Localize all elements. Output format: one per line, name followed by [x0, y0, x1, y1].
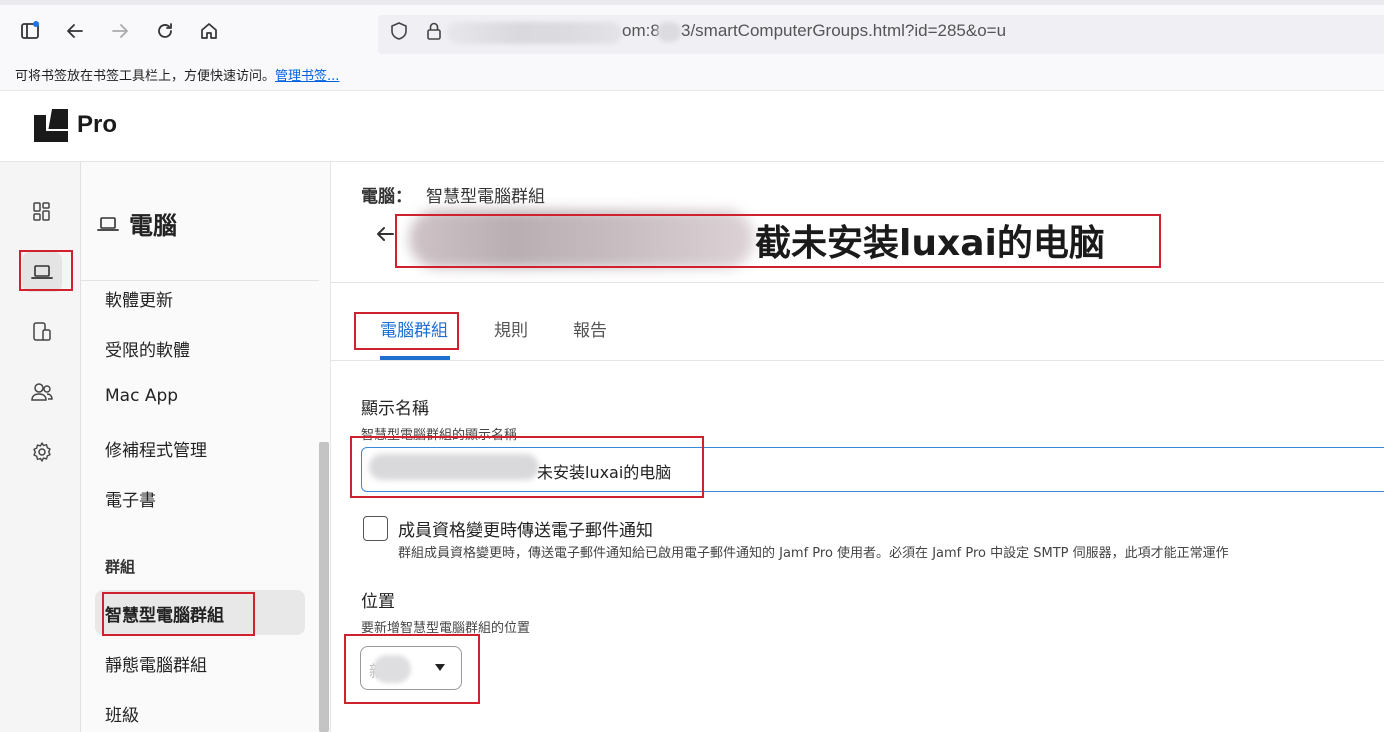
- title-redaction: [409, 210, 754, 268]
- rail-dashboard[interactable]: [22, 192, 62, 232]
- location-select[interactable]: 新: [360, 646, 462, 690]
- title-divider: [331, 282, 1384, 283]
- nav-static-computer-groups[interactable]: 靜態電腦群組: [105, 651, 207, 676]
- display-name-value: 未安装luxai的电脑: [537, 463, 672, 482]
- nav-restricted-software[interactable]: 受限的軟體: [105, 336, 190, 361]
- settings-icon: [33, 442, 51, 462]
- subnav-title: 電腦: [129, 212, 177, 240]
- display-name-help: 智慧型電腦群組的顯示名稱: [361, 428, 518, 443]
- breadcrumb-current: 智慧型電腦群組: [426, 187, 545, 207]
- tab-computer-group[interactable]: 電腦群組: [380, 316, 448, 341]
- nav-smart-computer-groups[interactable]: 智慧型電腦群組: [105, 601, 224, 626]
- forward-icon[interactable]: [108, 19, 132, 43]
- icon-rail: [0, 162, 81, 732]
- bookmarks-bar: 可将书签放在书签工具栏上，方便快速访问。管理书签...: [0, 56, 1384, 91]
- nav-software-updates[interactable]: 軟體更新: [105, 286, 173, 311]
- nav-patch-management[interactable]: 修補程式管理: [105, 436, 207, 461]
- rail-users[interactable]: [22, 372, 62, 412]
- input-redaction: [369, 454, 539, 480]
- lock-icon[interactable]: [422, 19, 446, 43]
- nav-section-groups: 群組: [105, 558, 136, 576]
- rail-devices[interactable]: [22, 312, 62, 352]
- mobile-devices-icon: [33, 322, 51, 341]
- email-notification-checkbox[interactable]: [363, 516, 388, 541]
- tabs-divider: [331, 360, 1384, 361]
- back-icon[interactable]: [63, 19, 87, 43]
- url-redaction: [446, 22, 622, 44]
- nav-mac-apps[interactable]: Mac App: [105, 386, 178, 406]
- url-redaction-port: [657, 22, 681, 42]
- subnav-header: 電腦: [97, 206, 177, 241]
- app-header: Pro: [0, 91, 1384, 162]
- location-help: 要新增智慧型電腦群組的位置: [361, 621, 531, 636]
- chevron-down-icon: [435, 664, 445, 671]
- subnav-scrollbar[interactable]: [319, 442, 329, 732]
- home-icon[interactable]: [197, 19, 221, 43]
- breadcrumb: 電腦： 智慧型電腦群組: [361, 182, 545, 207]
- breadcrumb-parent[interactable]: 電腦：: [361, 187, 412, 207]
- manage-bookmarks-link[interactable]: 管理书签...: [275, 69, 339, 84]
- reload-icon[interactable]: [153, 19, 177, 43]
- page-title: 截未安装luxai的电脑: [755, 223, 1105, 264]
- tab-criteria[interactable]: 規則: [494, 316, 528, 341]
- logo-text: Pro: [77, 111, 118, 138]
- nav-classes[interactable]: 班級: [105, 701, 139, 726]
- url-text-part1: om:8: [622, 21, 660, 40]
- laptop-icon: [97, 216, 119, 231]
- nav-ebooks[interactable]: 電子書: [105, 486, 156, 511]
- dashboard-icon: [33, 202, 50, 221]
- jamf-logo-icon: [34, 109, 68, 142]
- tab-reports[interactable]: 報告: [573, 316, 607, 341]
- shield-icon[interactable]: [387, 19, 411, 43]
- computers-subnav: 電腦 軟體更新 受限的軟體 Mac App 修補程式管理 電子書 群組 智慧型電…: [81, 162, 331, 732]
- display-name-label: 顯示名稱: [361, 399, 429, 419]
- bookmarks-hint: 可将书签放在书签工具栏上，方便快速访问。: [15, 69, 276, 84]
- rail-settings[interactable]: [22, 432, 62, 472]
- sidebar-toggle-icon[interactable]: [18, 19, 42, 43]
- users-icon: [31, 383, 53, 401]
- location-label: 位置: [361, 592, 395, 612]
- laptop-icon: [31, 265, 53, 279]
- email-notification-label[interactable]: 成員資格變更時傳送電子郵件通知: [398, 516, 653, 541]
- url-text-part2: 3/smartComputerGroups.html?id=285&o=u: [681, 21, 1007, 40]
- rail-computers[interactable]: [22, 252, 62, 292]
- back-arrow-icon[interactable]: [373, 222, 397, 246]
- subnav-divider: [81, 280, 319, 281]
- email-notification-help: 群組成員資格變更時，傳送電子郵件通知給已啟用電子郵件通知的 Jamf Pro 使…: [398, 546, 1229, 561]
- main-content: 電腦： 智慧型電腦群組 截未安装luxai的电脑 電腦群組 規則 報告 顯示名稱 …: [331, 162, 1384, 732]
- select-redaction: [373, 655, 411, 683]
